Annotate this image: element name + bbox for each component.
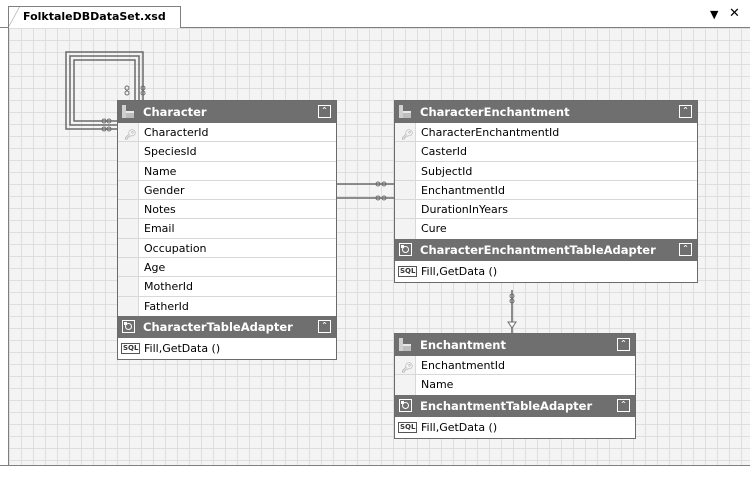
adapter-method-row[interactable]: SQL Fill,GetData () bbox=[395, 416, 635, 438]
table-adapter-header[interactable]: CharacterTableAdapter ⌃ bbox=[118, 315, 336, 338]
column-name: DurationInYears bbox=[421, 203, 509, 217]
column-name: CharacterEnchantmentId bbox=[421, 126, 560, 139]
table-title: Enchantment bbox=[420, 338, 506, 352]
table-header-enchantment[interactable]: Enchantment ⌃ bbox=[395, 334, 635, 356]
column-row[interactable]: Cure bbox=[395, 219, 697, 238]
column-row[interactable]: Age bbox=[118, 258, 336, 278]
collapse-icon[interactable]: ⌃ bbox=[679, 242, 692, 256]
table-adapter-icon bbox=[399, 398, 412, 412]
column-row[interactable]: Occupation bbox=[118, 239, 336, 259]
table-icon bbox=[399, 105, 411, 118]
column-name: Name bbox=[144, 164, 177, 178]
column-name: Email bbox=[144, 222, 175, 236]
column-name: FatherId bbox=[144, 299, 189, 313]
column-name: SubjectId bbox=[421, 164, 473, 178]
adapter-method-row[interactable]: SQL Fill,GetData () bbox=[118, 337, 336, 359]
table-title: CharacterEnchantment bbox=[420, 105, 570, 119]
adapter-method-row[interactable]: SQL Fill,GetData () bbox=[395, 260, 697, 282]
table-title: Character bbox=[143, 105, 207, 119]
sql-query-icon: SQL bbox=[121, 342, 141, 354]
column-row[interactable]: SpeciesId bbox=[118, 142, 336, 162]
table-icon bbox=[399, 338, 411, 351]
designer-footer bbox=[0, 466, 750, 490]
document-tab-label: FolktaleDBDataSet.xsd bbox=[23, 10, 166, 23]
table-adapter-title: CharacterTableAdapter bbox=[143, 319, 293, 334]
column-row[interactable]: 🔑︎ CharacterId bbox=[118, 123, 336, 143]
column-row[interactable]: 🔑︎ CharacterEnchantmentId bbox=[395, 123, 697, 143]
chevron-down-icon[interactable]: ▼ bbox=[710, 8, 718, 21]
table-enchantment[interactable]: Enchantment ⌃ 🔑︎ EnchantmentId Name Encha… bbox=[394, 333, 636, 439]
column-name: EnchantmentId bbox=[421, 183, 505, 197]
table-icon bbox=[122, 105, 134, 118]
tab-edge bbox=[8, 6, 20, 28]
table-adapter-header[interactable]: EnchantmentTableAdapter ⌃ bbox=[395, 394, 635, 417]
column-name: Name bbox=[421, 378, 454, 392]
collapse-icon[interactable]: ⌃ bbox=[679, 105, 692, 118]
table-header-character-enchantment[interactable]: CharacterEnchantment ⌃ bbox=[395, 101, 697, 123]
column-name: Age bbox=[144, 261, 166, 275]
column-name: EnchantmentId bbox=[421, 359, 505, 372]
column-row[interactable]: EnchantmentId bbox=[395, 181, 697, 201]
table-adapter-title: EnchantmentTableAdapter bbox=[420, 398, 593, 413]
adapter-method-name: Fill,GetData () bbox=[421, 264, 498, 278]
table-character[interactable]: Character ⌃ 🔑︎ CharacterId SpeciesId Name… bbox=[117, 100, 337, 360]
collapse-icon[interactable]: ⌃ bbox=[318, 105, 331, 118]
sql-query-icon: SQL bbox=[398, 265, 418, 277]
column-name: SpeciesId bbox=[144, 145, 197, 159]
adapter-method-name: Fill,GetData () bbox=[421, 420, 498, 434]
column-name: CharacterId bbox=[144, 126, 209, 139]
column-row[interactable]: DurationInYears bbox=[395, 200, 697, 220]
column-row[interactable]: Name bbox=[118, 162, 336, 181]
column-name: Notes bbox=[144, 203, 176, 217]
column-row[interactable]: 🔑︎ EnchantmentId bbox=[395, 356, 635, 376]
column-name: MotherId bbox=[144, 280, 194, 294]
table-adapter-icon bbox=[399, 242, 412, 256]
table-adapter-icon bbox=[122, 319, 135, 333]
column-row[interactable]: MotherId bbox=[118, 277, 336, 297]
column-row[interactable]: FatherId bbox=[118, 297, 336, 316]
collapse-icon[interactable]: ⌃ bbox=[617, 398, 630, 412]
collapse-icon[interactable]: ⌃ bbox=[318, 319, 331, 333]
table-adapter-header[interactable]: CharacterEnchantmentTableAdapter ⌃ bbox=[395, 238, 697, 261]
document-tab[interactable]: FolktaleDBDataSet.xsd bbox=[8, 6, 181, 28]
column-row[interactable]: Notes bbox=[118, 200, 336, 220]
column-name: CasterId bbox=[421, 145, 467, 159]
column-row[interactable]: Email bbox=[118, 219, 336, 239]
column-row[interactable]: CasterId bbox=[395, 142, 697, 162]
column-row[interactable]: Gender bbox=[118, 181, 336, 201]
column-name: Gender bbox=[144, 183, 185, 197]
adapter-method-name: Fill,GetData () bbox=[144, 341, 221, 355]
column-name: Occupation bbox=[144, 241, 207, 255]
column-list: 🔑︎ CharacterId SpeciesId Name Gender Note… bbox=[118, 123, 336, 316]
column-name: Cure bbox=[421, 222, 447, 236]
document-tab-strip: FolktaleDBDataSet.xsd ▼ ✕ bbox=[0, 0, 750, 28]
table-character-enchantment[interactable]: CharacterEnchantment ⌃ 🔑︎ CharacterEnchan… bbox=[394, 100, 698, 283]
column-list: 🔑︎ CharacterEnchantmentId CasterId Subjec… bbox=[395, 123, 697, 239]
column-row[interactable]: Name bbox=[395, 375, 635, 394]
table-adapter-title: CharacterEnchantmentTableAdapter bbox=[420, 242, 656, 257]
close-icon[interactable]: ✕ bbox=[729, 6, 740, 21]
column-row[interactable]: SubjectId bbox=[395, 162, 697, 181]
sql-query-icon: SQL bbox=[398, 421, 418, 433]
table-header-character[interactable]: Character ⌃ bbox=[118, 101, 336, 123]
column-list: 🔑︎ EnchantmentId Name bbox=[395, 356, 635, 395]
collapse-icon[interactable]: ⌃ bbox=[617, 338, 630, 351]
